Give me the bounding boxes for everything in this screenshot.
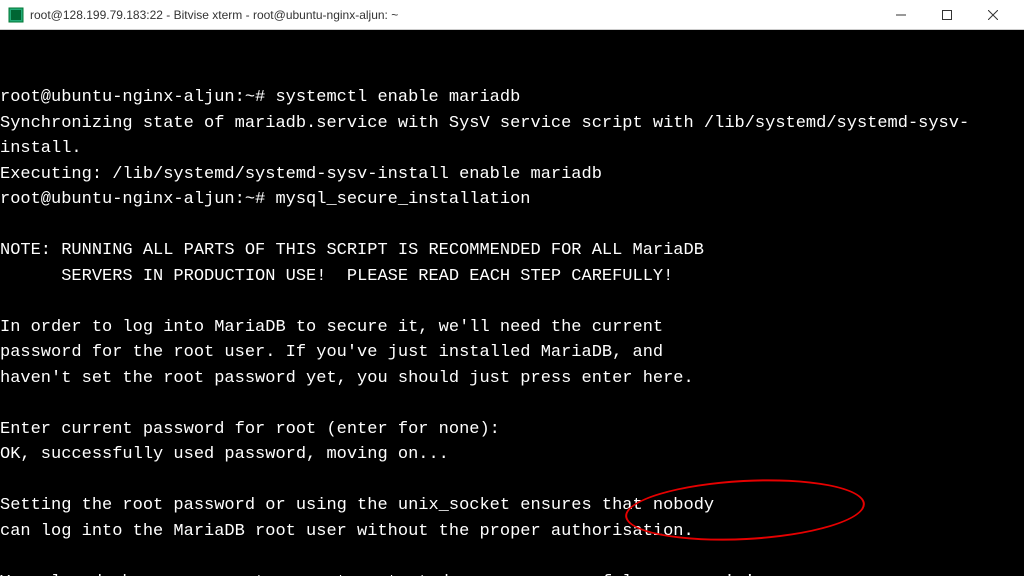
terminal-line: [0, 289, 1024, 315]
terminal-area[interactable]: root@ubuntu-nginx-aljun:~# systemctl ena…: [0, 30, 1024, 576]
window-controls: [878, 0, 1016, 30]
terminal-content: root@ubuntu-nginx-aljun:~# systemctl ena…: [0, 85, 1024, 576]
terminal-line: Synchronizing state of mariadb.service w…: [0, 111, 1024, 162]
terminal-line: SERVERS IN PRODUCTION USE! PLEASE READ E…: [0, 264, 1024, 290]
terminal-line: [0, 544, 1024, 570]
minimize-button[interactable]: [878, 0, 924, 30]
terminal-line: NOTE: RUNNING ALL PARTS OF THIS SCRIPT I…: [0, 238, 1024, 264]
terminal-line: password for the root user. If you've ju…: [0, 340, 1024, 366]
window-titlebar: root@128.199.79.183:22 - Bitvise xterm -…: [0, 0, 1024, 30]
terminal-line: root@ubuntu-nginx-aljun:~# systemctl ena…: [0, 85, 1024, 111]
terminal-line: In order to log into MariaDB to secure i…: [0, 315, 1024, 341]
terminal-line: root@ubuntu-nginx-aljun:~# mysql_secure_…: [0, 187, 1024, 213]
terminal-line: Enter current password for root (enter f…: [0, 417, 1024, 443]
maximize-button[interactable]: [924, 0, 970, 30]
titlebar-left: root@128.199.79.183:22 - Bitvise xterm -…: [8, 7, 398, 23]
terminal-line: [0, 468, 1024, 494]
close-button[interactable]: [970, 0, 1016, 30]
terminal-line: Executing: /lib/systemd/systemd-sysv-ins…: [0, 162, 1024, 188]
terminal-line: [0, 213, 1024, 239]
terminal-line: [0, 391, 1024, 417]
terminal-line: Setting the root password or using the u…: [0, 493, 1024, 519]
terminal-line: You already have your root account prote…: [0, 570, 1024, 576]
terminal-line: can log into the MariaDB root user witho…: [0, 519, 1024, 545]
terminal-line: haven't set the root password yet, you s…: [0, 366, 1024, 392]
app-icon: [8, 7, 24, 23]
terminal-line: OK, successfully used password, moving o…: [0, 442, 1024, 468]
window-title: root@128.199.79.183:22 - Bitvise xterm -…: [30, 8, 398, 22]
